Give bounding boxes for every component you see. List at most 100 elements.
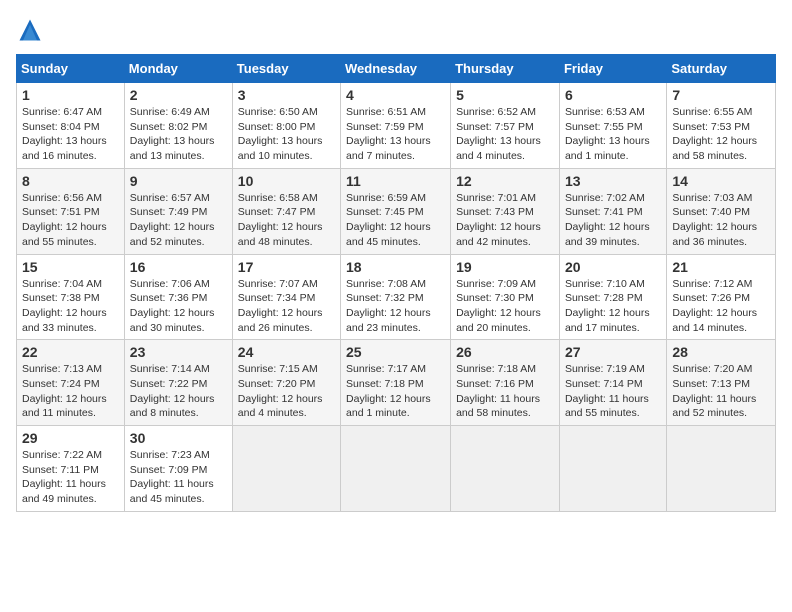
day-number: 30 xyxy=(130,430,227,446)
cell-content: Sunrise: 6:52 AM Sunset: 7:57 PM Dayligh… xyxy=(456,105,554,164)
day-number: 18 xyxy=(346,259,445,275)
day-number: 10 xyxy=(238,173,335,189)
calendar-cell: 16 Sunrise: 7:06 AM Sunset: 7:36 PM Dayl… xyxy=(124,254,232,340)
cell-content: Sunrise: 7:20 AM Sunset: 7:13 PM Dayligh… xyxy=(672,362,770,421)
calendar-week-1: 1 Sunrise: 6:47 AM Sunset: 8:04 PM Dayli… xyxy=(17,83,776,169)
sunset-label: Sunset: 7:45 PM xyxy=(346,206,424,218)
cell-content: Sunrise: 7:08 AM Sunset: 7:32 PM Dayligh… xyxy=(346,277,445,336)
calendar-cell: 11 Sunrise: 6:59 AM Sunset: 7:45 PM Dayl… xyxy=(341,168,451,254)
calendar-cell: 22 Sunrise: 7:13 AM Sunset: 7:24 PM Dayl… xyxy=(17,340,125,426)
sunrise-label: Sunrise: 7:22 AM xyxy=(22,449,102,461)
sunrise-label: Sunrise: 7:15 AM xyxy=(238,363,318,375)
sunrise-label: Sunrise: 7:19 AM xyxy=(565,363,645,375)
sunrise-label: Sunrise: 7:12 AM xyxy=(672,278,752,290)
calendar-week-4: 22 Sunrise: 7:13 AM Sunset: 7:24 PM Dayl… xyxy=(17,340,776,426)
daylight-label: Daylight: 12 hours and 26 minutes. xyxy=(238,307,323,334)
calendar-cell: 27 Sunrise: 7:19 AM Sunset: 7:14 PM Dayl… xyxy=(559,340,666,426)
sunset-label: Sunset: 7:38 PM xyxy=(22,292,100,304)
sunset-label: Sunset: 8:00 PM xyxy=(238,121,316,133)
daylight-label: Daylight: 12 hours and 55 minutes. xyxy=(22,221,107,248)
day-number: 19 xyxy=(456,259,554,275)
sunset-label: Sunset: 8:02 PM xyxy=(130,121,208,133)
cell-content: Sunrise: 7:01 AM Sunset: 7:43 PM Dayligh… xyxy=(456,191,554,250)
sunset-label: Sunset: 7:30 PM xyxy=(456,292,534,304)
daylight-label: Daylight: 12 hours and 20 minutes. xyxy=(456,307,541,334)
sunrise-label: Sunrise: 6:51 AM xyxy=(346,106,426,118)
calendar-cell: 7 Sunrise: 6:55 AM Sunset: 7:53 PM Dayli… xyxy=(667,83,776,169)
sunset-label: Sunset: 7:34 PM xyxy=(238,292,316,304)
sunrise-label: Sunrise: 6:58 AM xyxy=(238,192,318,204)
day-number: 28 xyxy=(672,344,770,360)
sunset-label: Sunset: 7:51 PM xyxy=(22,206,100,218)
cell-content: Sunrise: 7:12 AM Sunset: 7:26 PM Dayligh… xyxy=(672,277,770,336)
day-number: 20 xyxy=(565,259,661,275)
sunset-label: Sunset: 7:49 PM xyxy=(130,206,208,218)
calendar-cell: 5 Sunrise: 6:52 AM Sunset: 7:57 PM Dayli… xyxy=(451,83,560,169)
sunset-label: Sunset: 7:22 PM xyxy=(130,378,208,390)
sunrise-label: Sunrise: 7:18 AM xyxy=(456,363,536,375)
calendar-cell xyxy=(559,426,666,512)
day-number: 5 xyxy=(456,87,554,103)
daylight-label: Daylight: 12 hours and 42 minutes. xyxy=(456,221,541,248)
sunrise-label: Sunrise: 6:53 AM xyxy=(565,106,645,118)
sunset-label: Sunset: 7:18 PM xyxy=(346,378,424,390)
day-number: 25 xyxy=(346,344,445,360)
calendar-cell: 19 Sunrise: 7:09 AM Sunset: 7:30 PM Dayl… xyxy=(451,254,560,340)
day-number: 14 xyxy=(672,173,770,189)
daylight-label: Daylight: 13 hours and 7 minutes. xyxy=(346,135,431,162)
sunrise-label: Sunrise: 7:02 AM xyxy=(565,192,645,204)
daylight-label: Daylight: 12 hours and 17 minutes. xyxy=(565,307,650,334)
day-number: 6 xyxy=(565,87,661,103)
sunset-label: Sunset: 7:16 PM xyxy=(456,378,534,390)
daylight-label: Daylight: 12 hours and 39 minutes. xyxy=(565,221,650,248)
daylight-label: Daylight: 12 hours and 33 minutes. xyxy=(22,307,107,334)
sunset-label: Sunset: 7:57 PM xyxy=(456,121,534,133)
day-number: 8 xyxy=(22,173,119,189)
calendar-cell: 2 Sunrise: 6:49 AM Sunset: 8:02 PM Dayli… xyxy=(124,83,232,169)
day-number: 2 xyxy=(130,87,227,103)
day-number: 13 xyxy=(565,173,661,189)
sunset-label: Sunset: 7:20 PM xyxy=(238,378,316,390)
day-number: 29 xyxy=(22,430,119,446)
calendar-cell: 8 Sunrise: 6:56 AM Sunset: 7:51 PM Dayli… xyxy=(17,168,125,254)
day-number: 22 xyxy=(22,344,119,360)
daylight-label: Daylight: 12 hours and 58 minutes. xyxy=(672,135,757,162)
cell-content: Sunrise: 7:10 AM Sunset: 7:28 PM Dayligh… xyxy=(565,277,661,336)
day-number: 7 xyxy=(672,87,770,103)
sunset-label: Sunset: 7:09 PM xyxy=(130,464,208,476)
sunrise-label: Sunrise: 7:06 AM xyxy=(130,278,210,290)
cell-content: Sunrise: 7:06 AM Sunset: 7:36 PM Dayligh… xyxy=(130,277,227,336)
daylight-label: Daylight: 12 hours and 36 minutes. xyxy=(672,221,757,248)
sunrise-label: Sunrise: 6:50 AM xyxy=(238,106,318,118)
cell-content: Sunrise: 6:50 AM Sunset: 8:00 PM Dayligh… xyxy=(238,105,335,164)
sunrise-label: Sunrise: 7:09 AM xyxy=(456,278,536,290)
cell-content: Sunrise: 7:04 AM Sunset: 7:38 PM Dayligh… xyxy=(22,277,119,336)
col-saturday: Saturday xyxy=(667,55,776,83)
calendar-cell: 24 Sunrise: 7:15 AM Sunset: 7:20 PM Dayl… xyxy=(232,340,340,426)
daylight-label: Daylight: 11 hours and 45 minutes. xyxy=(130,478,214,505)
sunset-label: Sunset: 7:14 PM xyxy=(565,378,643,390)
sunset-label: Sunset: 7:43 PM xyxy=(456,206,534,218)
sunrise-label: Sunrise: 7:23 AM xyxy=(130,449,210,461)
cell-content: Sunrise: 6:51 AM Sunset: 7:59 PM Dayligh… xyxy=(346,105,445,164)
col-friday: Friday xyxy=(559,55,666,83)
col-wednesday: Wednesday xyxy=(341,55,451,83)
calendar-cell: 17 Sunrise: 7:07 AM Sunset: 7:34 PM Dayl… xyxy=(232,254,340,340)
cell-content: Sunrise: 6:56 AM Sunset: 7:51 PM Dayligh… xyxy=(22,191,119,250)
daylight-label: Daylight: 11 hours and 52 minutes. xyxy=(672,393,756,420)
sunrise-label: Sunrise: 7:01 AM xyxy=(456,192,536,204)
sunset-label: Sunset: 7:59 PM xyxy=(346,121,424,133)
cell-content: Sunrise: 6:57 AM Sunset: 7:49 PM Dayligh… xyxy=(130,191,227,250)
daylight-label: Daylight: 12 hours and 11 minutes. xyxy=(22,393,107,420)
cell-content: Sunrise: 6:58 AM Sunset: 7:47 PM Dayligh… xyxy=(238,191,335,250)
calendar-cell: 4 Sunrise: 6:51 AM Sunset: 7:59 PM Dayli… xyxy=(341,83,451,169)
col-tuesday: Tuesday xyxy=(232,55,340,83)
calendar-cell: 30 Sunrise: 7:23 AM Sunset: 7:09 PM Dayl… xyxy=(124,426,232,512)
header xyxy=(16,16,776,44)
daylight-label: Daylight: 12 hours and 8 minutes. xyxy=(130,393,215,420)
cell-content: Sunrise: 7:18 AM Sunset: 7:16 PM Dayligh… xyxy=(456,362,554,421)
col-monday: Monday xyxy=(124,55,232,83)
cell-content: Sunrise: 7:09 AM Sunset: 7:30 PM Dayligh… xyxy=(456,277,554,336)
sunrise-label: Sunrise: 6:57 AM xyxy=(130,192,210,204)
sunrise-label: Sunrise: 7:20 AM xyxy=(672,363,752,375)
